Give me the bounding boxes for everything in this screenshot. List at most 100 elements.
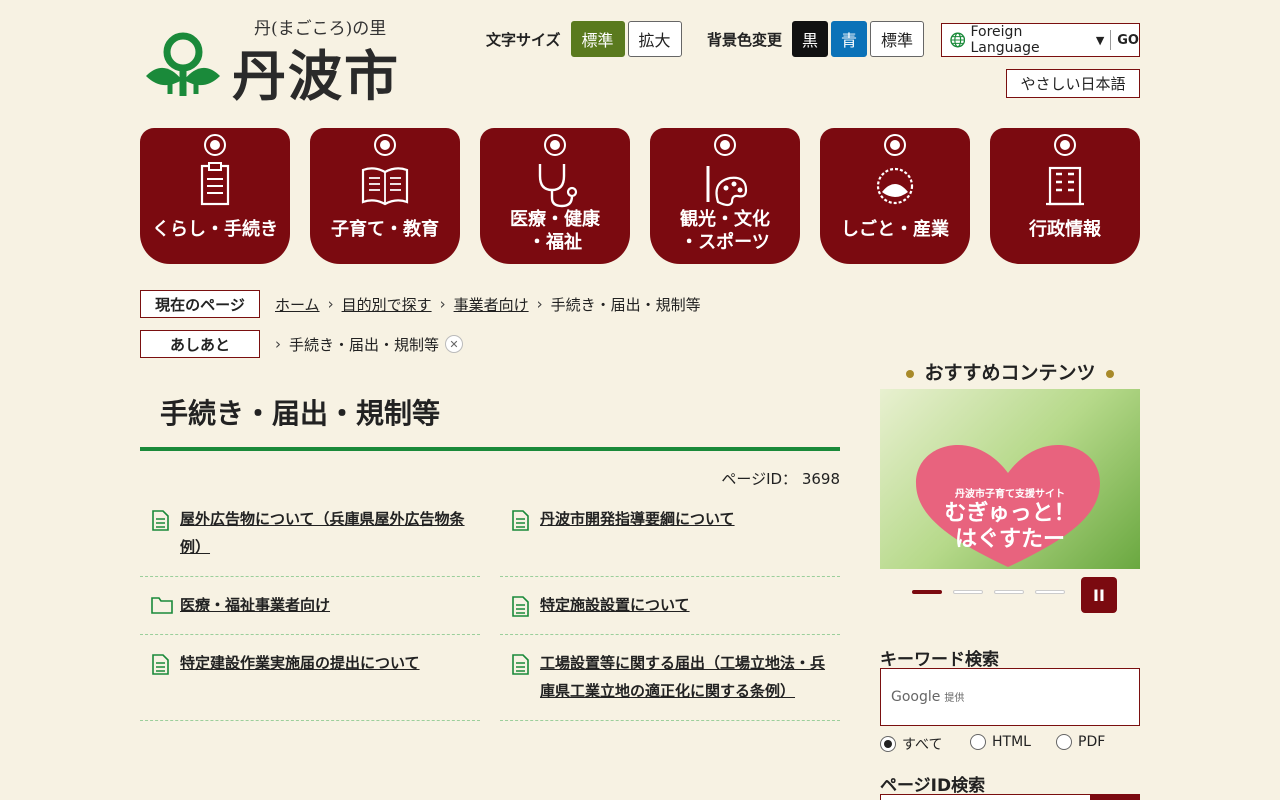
- bullet-icon: [906, 369, 915, 378]
- font-size-standard-button[interactable]: 標準: [570, 21, 625, 57]
- font-size-large-button[interactable]: 拡大: [627, 21, 682, 57]
- recommended-banner[interactable]: 丹波市子育て支援サイト むぎゅっと！ はぐすたー: [880, 389, 1140, 569]
- slider-dot[interactable]: [1035, 590, 1065, 594]
- document-icon: [152, 654, 169, 675]
- building-icon: [1046, 166, 1084, 206]
- current-page-tag: 現在のページ: [140, 290, 260, 318]
- nav-label: 行政情報: [1029, 219, 1101, 240]
- nav-label-line2: ・福祉: [528, 232, 582, 253]
- page-id: ページID： 3698: [721, 470, 840, 488]
- logo-mark-icon: [146, 32, 220, 96]
- nav-label-line1: 観光・文化: [680, 209, 770, 230]
- radio-all[interactable]: すべて: [880, 734, 942, 754]
- language-go-button[interactable]: GO: [1117, 33, 1139, 48]
- chevron-right-icon: ›: [439, 295, 446, 313]
- logo-title: 丹波市: [232, 44, 400, 108]
- nav-dot-icon: [544, 134, 566, 156]
- history-tag: あしあと: [140, 330, 260, 358]
- list-item-link[interactable]: 屋外広告物について（兵庫県屋外広告物条例）: [180, 505, 475, 561]
- chestnut-icon: [876, 167, 914, 205]
- google-label: Google 提供: [891, 689, 965, 705]
- page-id-search-button[interactable]: [1090, 794, 1140, 800]
- document-icon: [512, 654, 529, 675]
- palette-icon: [706, 166, 748, 207]
- radio-label: すべて: [902, 737, 943, 753]
- nav-dot-icon: [204, 134, 226, 156]
- nav-label-line1: 医療・健康: [510, 209, 600, 230]
- breadcrumb: ホーム › 目的別で探す › 事業者向け › 手続き・届出・規制等: [275, 290, 701, 318]
- global-nav: くらし・手続き 子育て・教育 医療・健康 ・福祉 観光・文化 ・スポーツ しごと…: [140, 128, 1140, 264]
- breadcrumb-business-link[interactable]: 事業者向け: [454, 294, 529, 315]
- nav-item-living[interactable]: くらし・手続き: [140, 128, 290, 264]
- search-scope: すべて HTML PDF: [880, 734, 1140, 754]
- bg-standard-button[interactable]: 標準: [870, 21, 925, 57]
- pause-icon[interactable]: II: [1081, 577, 1117, 613]
- radio-label: HTML: [992, 734, 1031, 750]
- nav-item-medical[interactable]: 医療・健康 ・福祉: [480, 128, 630, 264]
- recommended-title: おすすめコンテンツ: [924, 362, 1096, 384]
- list-item-link[interactable]: 丹波市開発指導要綱について: [540, 505, 835, 533]
- list-item[interactable]: 特定建設作業実施届の提出について: [140, 649, 480, 721]
- chevron-right-icon: ›: [327, 295, 334, 313]
- page-title: 手続き・届出・規制等: [160, 397, 441, 430]
- book-icon: [361, 167, 409, 206]
- breadcrumb-home-link[interactable]: ホーム: [275, 294, 320, 315]
- history-trail: › 手続き・届出・規制等 ✕: [275, 330, 464, 358]
- search-input[interactable]: Google 提供: [880, 668, 1140, 726]
- history-item[interactable]: 手続き・届出・規制等: [289, 334, 439, 355]
- document-icon: [512, 596, 529, 617]
- bg-black-button[interactable]: 黒: [792, 21, 829, 57]
- nav-item-childcare[interactable]: 子育て・教育: [310, 128, 460, 264]
- slider-dot[interactable]: [994, 590, 1024, 594]
- language-label: Foreign Language: [970, 24, 1040, 56]
- list-item[interactable]: 丹波市開発指導要綱について: [500, 505, 840, 577]
- nav-label-line2: ・スポーツ: [680, 232, 770, 253]
- slider-dot[interactable]: [953, 590, 983, 594]
- background-color-label: 背景色変更: [707, 30, 783, 49]
- stethoscope-icon: [538, 164, 578, 208]
- nav-item-work[interactable]: しごと・産業: [820, 128, 970, 264]
- list-item[interactable]: 工場設置等に関する届出（工場立地法・兵庫県工業立地の適正化に関する条例）: [500, 649, 840, 721]
- site-logo[interactable]: 丹(まごころ)の里 丹波市: [142, 10, 402, 108]
- breadcrumb-current: 手続き・届出・規制等: [550, 295, 701, 314]
- nav-dot-icon: [884, 134, 906, 156]
- radio-label: PDF: [1078, 734, 1106, 750]
- slider-dot[interactable]: [912, 590, 942, 594]
- slider-indicators: [912, 590, 1076, 594]
- document-icon: [512, 510, 529, 531]
- list-item[interactable]: 医療・福祉事業者向け: [140, 591, 480, 635]
- radio-circle: [1056, 734, 1072, 750]
- bullet-icon: [1105, 369, 1114, 378]
- font-size-label: 文字サイズ: [486, 30, 561, 49]
- easy-japanese-button[interactable]: やさしい日本語: [1006, 69, 1140, 98]
- list-item-link[interactable]: 特定施設設置について: [540, 591, 835, 619]
- nav-label: くらし・手続き: [152, 219, 278, 240]
- radio-html[interactable]: HTML: [970, 734, 1031, 750]
- page-id-search-title: ページID検索: [880, 776, 986, 796]
- document-icon: [152, 510, 169, 531]
- nav-dot-icon: [374, 134, 396, 156]
- banner-subtitle: 丹波市子育て支援サイト: [955, 489, 1065, 500]
- bg-blue-button[interactable]: 青: [831, 21, 868, 57]
- title-underline: [140, 447, 840, 451]
- list-item-link[interactable]: 医療・福祉事業者向け: [180, 591, 475, 619]
- language-divider: [1110, 30, 1112, 50]
- nav-dot-icon: [714, 134, 736, 156]
- nav-item-administration[interactable]: 行政情報: [990, 128, 1140, 264]
- keyword-search-title: キーワード検索: [880, 650, 999, 670]
- breadcrumb-purpose-link[interactable]: 目的別で探す: [342, 294, 432, 315]
- list-item[interactable]: 特定施設設置について: [500, 591, 840, 635]
- nav-label: 子育て・教育: [331, 219, 439, 240]
- nav-dot-icon: [1054, 134, 1076, 156]
- banner-title-line2: はぐすたー: [954, 527, 1065, 552]
- language-select[interactable]: Foreign Language ▼ GO: [941, 23, 1140, 57]
- banner-title-line1: むぎゅっと！: [944, 501, 1076, 526]
- nav-item-tourism[interactable]: 観光・文化 ・スポーツ: [650, 128, 800, 264]
- clipboard-icon: [200, 162, 230, 206]
- list-item-link[interactable]: 特定建設作業実施届の提出について: [180, 649, 475, 677]
- radio-circle: [880, 736, 896, 752]
- list-item[interactable]: 屋外広告物について（兵庫県屋外広告物条例）: [140, 505, 480, 577]
- close-icon[interactable]: ✕: [445, 335, 464, 353]
- list-item-link[interactable]: 工場設置等に関する届出（工場立地法・兵庫県工業立地の適正化に関する条例）: [540, 649, 835, 705]
- radio-pdf[interactable]: PDF: [1056, 734, 1105, 750]
